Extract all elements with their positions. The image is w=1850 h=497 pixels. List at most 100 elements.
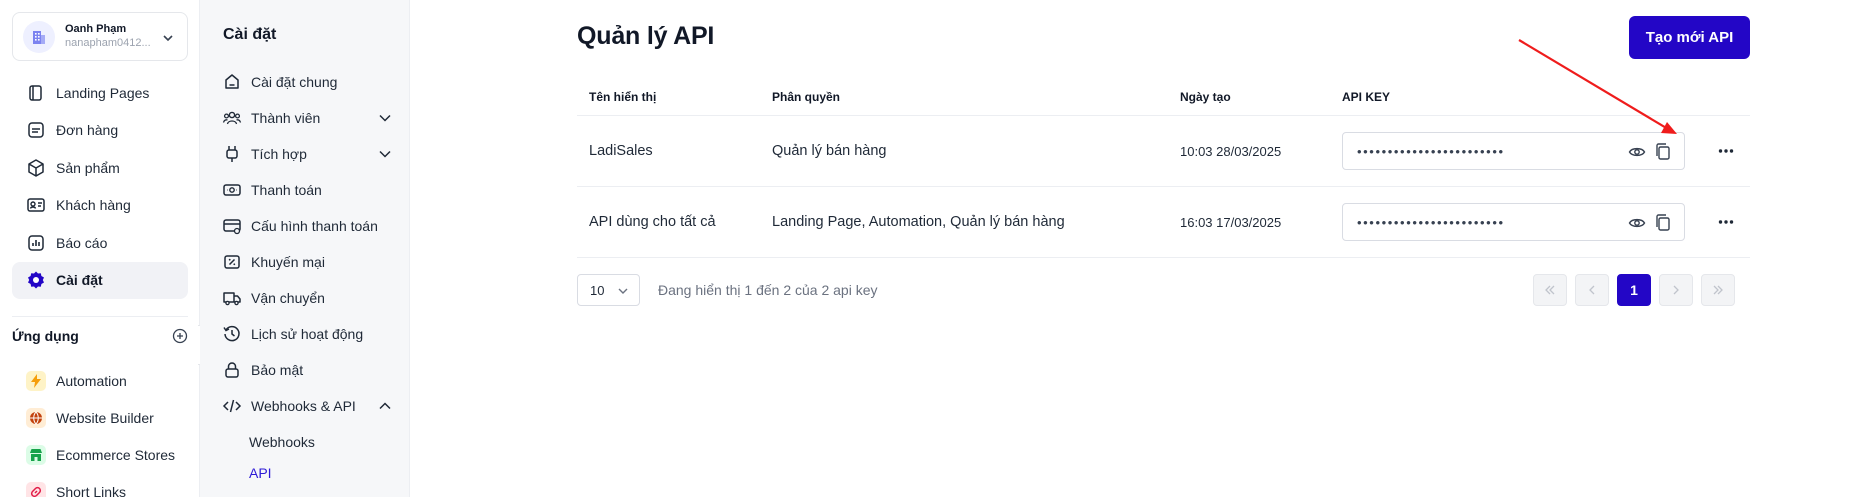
settings-item-security[interactable]: Bảo mật bbox=[222, 352, 392, 388]
payment-icon bbox=[223, 184, 241, 196]
account-avatar bbox=[23, 20, 55, 53]
chevron-down-icon bbox=[618, 288, 628, 294]
more-options-icon[interactable] bbox=[1718, 148, 1734, 154]
last-page-button[interactable] bbox=[1701, 274, 1735, 306]
app-item-website-builder[interactable]: Website Builder bbox=[12, 399, 188, 436]
double-chevron-left-icon bbox=[1545, 285, 1555, 295]
settings-item-promotions[interactable]: Khuyến mại bbox=[222, 244, 392, 280]
settings-list: Cài đặt chung Thành viên Tích hợp Thanh … bbox=[222, 64, 392, 488]
account-switcher[interactable]: Oanh Phạm nanapham0412... bbox=[12, 12, 188, 61]
nav-item-label: Cài đặt bbox=[56, 272, 103, 288]
store-icon bbox=[26, 444, 46, 465]
account-name: Oanh Phạm bbox=[65, 22, 127, 35]
settings-item-webhooks-api[interactable]: Webhooks & API bbox=[222, 388, 392, 424]
settings-subitem-webhooks[interactable]: Webhooks bbox=[222, 426, 392, 457]
settings-item-label: Cài đặt chung bbox=[251, 74, 338, 90]
app-item-label: Automation bbox=[56, 372, 127, 389]
settings-item-integrations[interactable]: Tích hợp bbox=[222, 136, 392, 172]
apps-list: Automation Website Builder Ecommerce Sto… bbox=[12, 362, 188, 497]
column-header-created: Ngày tạo bbox=[1180, 89, 1231, 104]
nav-item-products[interactable]: Sản phẩm bbox=[12, 149, 188, 186]
box-icon bbox=[28, 158, 44, 177]
copy-icon[interactable] bbox=[1654, 142, 1672, 162]
app-item-short-links[interactable]: Short Links bbox=[12, 473, 188, 497]
settings-item-label: Bảo mật bbox=[251, 362, 304, 378]
nav-item-landing-pages[interactable]: Landing Pages bbox=[12, 74, 188, 111]
more-options-icon[interactable] bbox=[1718, 219, 1734, 225]
pagination-summary: Đang hiển thị 1 đến 2 của 2 api key bbox=[658, 282, 878, 298]
settings-item-label: Lịch sử hoạt động bbox=[251, 326, 364, 342]
sidebar-divider bbox=[12, 316, 188, 317]
nav-item-label: Báo cáo bbox=[56, 234, 108, 251]
chevron-down-icon bbox=[163, 35, 173, 42]
eye-icon[interactable] bbox=[1628, 214, 1646, 232]
settings-item-general[interactable]: Cài đặt chung bbox=[222, 64, 392, 100]
apps-title: Ứng dụng bbox=[12, 328, 79, 344]
payment-config-icon bbox=[223, 219, 241, 235]
double-chevron-right-icon bbox=[1713, 285, 1723, 295]
chevron-down-icon bbox=[379, 114, 391, 122]
lightning-icon bbox=[26, 370, 46, 391]
settings-item-payment-config[interactable]: Cấu hình thanh toán bbox=[222, 208, 392, 244]
page-button-current[interactable]: 1 bbox=[1617, 274, 1651, 306]
column-header-name: Tên hiển thị bbox=[589, 89, 657, 104]
api-key-field[interactable]: •••••••••••••••••••••••• bbox=[1342, 132, 1685, 170]
settings-subitem-api[interactable]: API bbox=[222, 457, 392, 488]
chevron-right-icon bbox=[1673, 285, 1679, 295]
settings-item-label: Vận chuyển bbox=[251, 290, 325, 306]
home-icon bbox=[225, 74, 239, 89]
apps-header: Ứng dụng bbox=[12, 326, 188, 346]
prev-page-button[interactable] bbox=[1575, 274, 1609, 306]
api-key-field[interactable]: •••••••••••••••••••••••• bbox=[1342, 203, 1685, 241]
landing-pages-icon bbox=[29, 84, 42, 101]
discount-icon bbox=[224, 255, 240, 269]
api-key-masked: •••••••••••••••••••••••• bbox=[1357, 143, 1505, 159]
api-key-masked: •••••••••••••••••••••••• bbox=[1357, 214, 1505, 230]
app-item-automation[interactable]: Automation bbox=[12, 362, 188, 399]
chevron-left-icon bbox=[1589, 285, 1595, 295]
api-created-date: 16:03 17/03/2025 bbox=[1180, 214, 1282, 230]
copy-icon[interactable] bbox=[1654, 213, 1672, 233]
create-api-button[interactable]: Tạo mới API bbox=[1629, 16, 1750, 59]
next-page-button[interactable] bbox=[1659, 274, 1693, 306]
table-footer: 10 Đang hiển thị 1 đến 2 của 2 api key 1 bbox=[577, 274, 1750, 306]
nav-item-customers[interactable]: Khách hàng bbox=[12, 187, 188, 224]
add-app-icon[interactable] bbox=[172, 328, 188, 344]
settings-item-members[interactable]: Thành viên bbox=[222, 100, 392, 136]
api-name: API dùng cho tất cả bbox=[589, 214, 716, 230]
main-content: Quản lý API Tạo mới API Tên hiển thị Phâ… bbox=[410, 0, 1850, 497]
nav-item-label: Đơn hàng bbox=[56, 122, 119, 138]
settings-item-activity-history[interactable]: Lịch sử hoạt động bbox=[222, 316, 392, 352]
nav-item-settings[interactable]: Cài đặt bbox=[12, 261, 188, 299]
settings-item-shipping[interactable]: Vận chuyển bbox=[222, 280, 392, 316]
settings-item-label: Webhooks & API bbox=[251, 398, 356, 414]
lock-icon bbox=[225, 362, 239, 378]
app-item-label: Website Builder bbox=[56, 409, 154, 426]
members-icon bbox=[222, 111, 242, 125]
table-row: API dùng cho tất cả Landing Page, Automa… bbox=[577, 187, 1750, 258]
chevron-down-icon bbox=[379, 150, 391, 158]
page-size-select[interactable]: 10 bbox=[577, 274, 640, 306]
gear-icon bbox=[28, 271, 44, 289]
globe-icon bbox=[26, 407, 46, 428]
column-header-permission: Phân quyền bbox=[772, 89, 841, 104]
orders-icon bbox=[28, 122, 44, 138]
api-permission: Quản lý bán hàng bbox=[772, 143, 887, 159]
building-icon bbox=[33, 30, 45, 44]
table-row: LadiSales Quản lý bán hàng 10:03 28/03/2… bbox=[577, 116, 1750, 187]
settings-item-label: Cấu hình thanh toán bbox=[251, 218, 378, 234]
truck-icon bbox=[223, 292, 241, 306]
app-item-label: Short Links bbox=[56, 483, 127, 497]
api-created-date: 10:03 28/03/2025 bbox=[1180, 143, 1282, 159]
nav-item-label: Landing Pages bbox=[56, 84, 150, 101]
page-title: Quản lý API bbox=[577, 22, 715, 50]
eye-icon[interactable] bbox=[1628, 143, 1646, 161]
first-page-button[interactable] bbox=[1533, 274, 1567, 306]
settings-item-label: Thành viên bbox=[251, 110, 321, 126]
settings-item-label: Thanh toán bbox=[251, 182, 322, 198]
nav-item-reports[interactable]: Báo cáo bbox=[12, 224, 188, 261]
settings-item-payment[interactable]: Thanh toán bbox=[222, 172, 392, 208]
nav-item-orders[interactable]: Đơn hàng bbox=[12, 112, 188, 149]
app-item-ecommerce-stores[interactable]: Ecommerce Stores bbox=[12, 436, 188, 473]
link-icon bbox=[26, 481, 46, 497]
